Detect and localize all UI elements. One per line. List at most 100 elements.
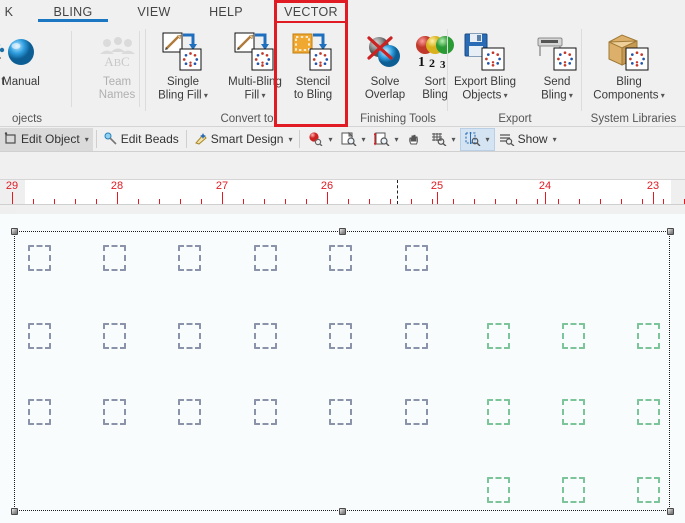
zoom-bead-button[interactable]: ▾ [303,128,336,151]
bling-cell[interactable] [254,245,277,271]
bling-cell[interactable] [405,399,428,425]
chevron-down-icon[interactable]: ▾ [567,91,573,100]
horizontal-ruler[interactable]: 29282726252423 [0,179,685,205]
selection-handle[interactable] [11,508,18,515]
grid-zoom-icon [431,132,447,146]
secondary-toolbar: Edit Object▾Edit BeadsSmart Design▾▾▾▾▾▾… [0,127,685,152]
chevron-down-icon[interactable]: ▾ [553,135,557,144]
ruler-guide-marker[interactable] [397,180,398,204]
selection-handle[interactable] [339,508,346,515]
bling-cell[interactable] [405,323,428,349]
selection-handle[interactable] [667,508,674,515]
ruler-minor-tick [411,199,412,204]
ruler-minor-tick [432,199,433,204]
chevron-down-icon[interactable]: ▾ [395,135,399,144]
ruler-major-tick [117,192,118,204]
bling-cell[interactable] [103,245,126,271]
chevron-down-icon[interactable]: ▾ [658,91,664,100]
ribbon-button-label: Multi-Bling Fill ▾ [228,76,282,103]
tab-view[interactable]: VIEW [124,0,184,23]
chevron-down-icon[interactable]: ▾ [259,91,265,100]
stencil-to-bling-button[interactable]: Stencil to Bling [276,27,350,109]
manual-button[interactable]: Manual [0,27,58,109]
ruler-minor-tick [159,199,160,204]
ribbon-group-convert-to-group: Single Bling Fill ▾ Multi-Bling Fill ▾Ste… [146,23,348,127]
bling-components-button[interactable]: Bling Components ▾ [592,27,666,109]
bling-cell[interactable] [28,245,51,271]
bling-cell[interactable] [637,323,660,349]
export-bling-objects-button[interactable]: Export Bling Objects ▾ [448,27,522,109]
pencil-to-bling-icon [162,29,204,75]
box-bling-icon [606,29,652,75]
bling-cell[interactable] [487,477,510,503]
chevron-down-icon[interactable]: ▾ [85,135,89,144]
bling-cell[interactable] [28,323,51,349]
bling-cell[interactable] [329,245,352,271]
smart-design-button[interactable]: Smart Design▾ [190,128,297,151]
bling-cell[interactable] [562,399,585,425]
bling-cell[interactable] [637,477,660,503]
ruler-label: 24 [539,180,551,192]
zoom-selection-button[interactable]: ▾ [460,128,495,151]
blue-sphere-icon [4,29,38,75]
bling-cell[interactable] [254,399,277,425]
toolbar-button-label: Edit Beads [121,132,179,146]
zoom-page-button[interactable]: ▾ [337,128,370,151]
chevron-down-icon[interactable]: ▾ [452,135,456,144]
selection-bounding-box[interactable] [14,231,670,511]
ruler-minor-tick [663,199,664,204]
bling-cell[interactable] [329,399,352,425]
tab-help[interactable]: HELP [196,0,256,23]
ruler-minor-tick [180,199,181,204]
ribbon-button-label: Sort Bling [422,76,448,102]
tab-label: HELP [209,5,243,19]
bling-cell[interactable] [178,399,201,425]
bling-cell[interactable] [562,323,585,349]
toolbar-button-label: Show [518,132,548,146]
ribbon-group-label: Convert to [146,113,348,125]
zoom-grid-button[interactable]: ▾ [427,128,460,151]
bling-cell[interactable] [254,323,277,349]
chevron-down-icon[interactable]: ▾ [288,135,292,144]
chevron-down-icon[interactable]: ▾ [486,135,490,144]
single-bling-fill-button[interactable]: Single Bling Fill ▾ [146,27,220,109]
bling-cell[interactable] [487,323,510,349]
ruler-minor-tick [621,199,622,204]
tab-k[interactable]: K [0,0,26,23]
ruler-minor-tick [369,199,370,204]
chevron-down-icon[interactable]: ▾ [202,91,208,100]
bling-cell[interactable] [178,245,201,271]
bling-cell[interactable] [103,323,126,349]
show-button[interactable]: Show ▾ [495,128,561,151]
chevron-down-icon[interactable]: ▾ [501,91,507,100]
chevron-down-icon[interactable]: ▾ [328,135,332,144]
bling-cell[interactable] [637,399,660,425]
bling-cell[interactable] [178,323,201,349]
zoom-height-button[interactable]: ▾ [370,128,403,151]
ribbon-group-separator [71,31,72,107]
bling-cell[interactable] [487,399,510,425]
ruler-minor-tick [348,199,349,204]
ribbon-group-separator [139,31,140,107]
ruler-minor-tick [516,199,517,204]
toolbar-button-label: Edit Object [21,132,80,146]
pan-button[interactable] [403,128,427,151]
edit-beads-button[interactable]: Edit Beads [100,128,183,151]
ruler-major-tick [12,192,13,204]
bling-cell[interactable] [28,399,51,425]
bling-cell[interactable] [405,245,428,271]
bling-cell[interactable] [562,477,585,503]
selection-handle[interactable] [339,228,346,235]
ribbon-button-label: Team Names [99,76,135,102]
bling-cell[interactable] [329,323,352,349]
chevron-down-icon[interactable]: ▾ [362,135,366,144]
hand-pan-icon [407,132,423,146]
ruler-minor-tick [579,199,580,204]
bling-cell[interactable] [103,399,126,425]
tab-bling[interactable]: BLING [34,0,112,23]
selection-handle[interactable] [667,228,674,235]
tab-vector[interactable]: VECTOR [274,0,348,23]
design-canvas[interactable] [0,214,685,523]
edit-object-button[interactable]: Edit Object ▾ [0,128,93,151]
selection-handle[interactable] [11,228,18,235]
